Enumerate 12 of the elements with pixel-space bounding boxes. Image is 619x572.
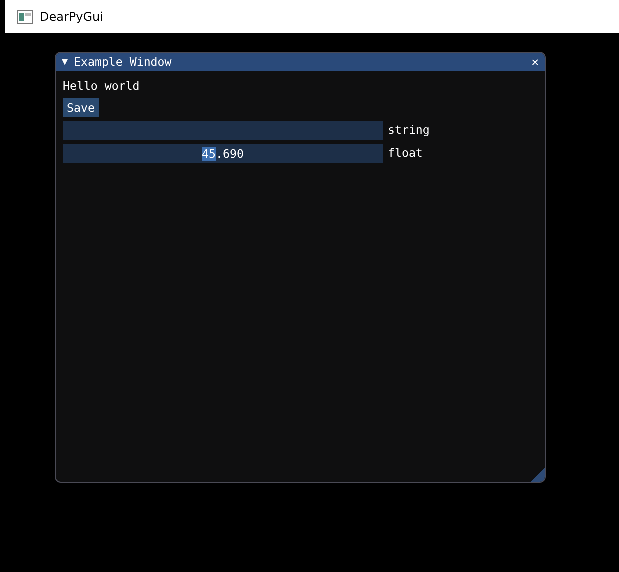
field-label: string — [388, 122, 430, 139]
text-label: Hello world — [63, 78, 141, 94]
input-field[interactable] — [63, 121, 383, 140]
collapse-toggle[interactable]: ▼ — [62, 56, 68, 68]
save-button[interactable]: Save — [63, 98, 99, 117]
field-label: float — [388, 145, 423, 162]
close-button[interactable]: ✕ — [532, 55, 539, 69]
window-title: DearPyGui — [40, 10, 104, 24]
resize-grip[interactable] — [531, 468, 545, 482]
panel-title: Example Window — [74, 55, 172, 69]
app-icon — [17, 10, 33, 24]
input-field[interactable]: 45.690 — [63, 144, 383, 163]
